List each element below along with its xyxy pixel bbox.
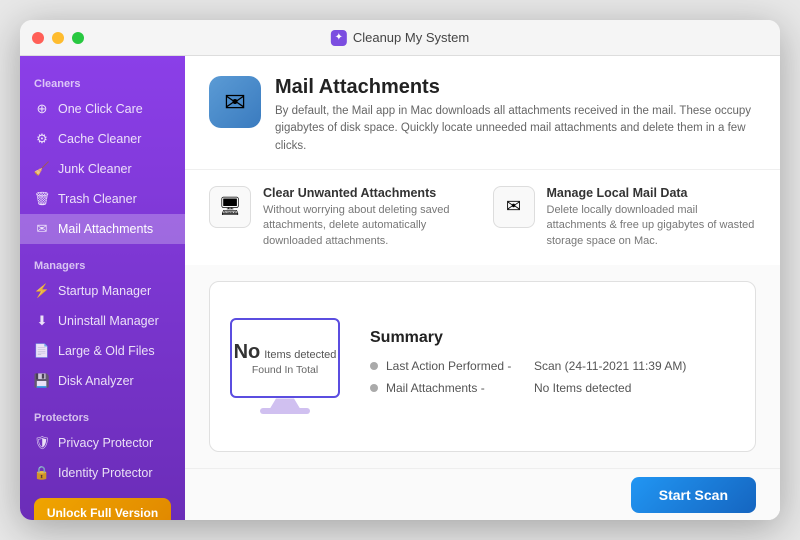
monitor-screen: No Items detected Found In Total bbox=[230, 318, 340, 398]
sidebar-item-cache-cleaner[interactable]: ⚙ Cache Cleaner bbox=[20, 124, 185, 154]
close-button[interactable] bbox=[32, 32, 44, 44]
monitor-items-text: Items detected bbox=[264, 349, 336, 361]
feature-desc-clear: Without worrying about deleting saved at… bbox=[263, 203, 473, 249]
unlock-full-version-button[interactable]: Unlock Full Version bbox=[34, 498, 171, 520]
summary-dot-1 bbox=[370, 362, 378, 370]
sidebar-bottom: Unlock Full Version bbox=[20, 488, 185, 520]
sidebar-item-uninstall-manager[interactable]: ⬇ Uninstall Manager bbox=[20, 306, 185, 336]
sidebar-item-privacy-protector[interactable]: 🛡 Privacy Protector bbox=[20, 428, 185, 458]
monitor-no-text: No bbox=[234, 341, 261, 364]
privacy-protector-icon: 🛡 bbox=[34, 435, 50, 451]
sidebar-item-junk-cleaner[interactable]: 🧹 Junk Cleaner bbox=[20, 154, 185, 184]
header-text: Mail Attachments By default, the Mail ap… bbox=[275, 76, 755, 155]
feature-card-manage-local: ✉ Manage Local Mail Data Delete locally … bbox=[493, 186, 757, 249]
header-top: ✉ Mail Attachments By default, the Mail … bbox=[209, 76, 756, 155]
trash-cleaner-icon: 🗑 bbox=[34, 191, 50, 207]
summary-info: Summary Last Action Performed - Scan (24… bbox=[370, 329, 735, 403]
monitor-base bbox=[260, 408, 310, 414]
feature-text-clear: Clear Unwanted Attachments Without worry… bbox=[263, 186, 473, 249]
sidebar-item-label: Trash Cleaner bbox=[58, 192, 137, 206]
sidebar-item-label: Startup Manager bbox=[58, 284, 151, 298]
summary-title: Summary bbox=[370, 329, 735, 347]
main-layout: Cleaners ⊕ One Click Care ⚙ Cache Cleane… bbox=[20, 56, 780, 520]
feature-title-manage: Manage Local Mail Data bbox=[547, 186, 757, 200]
managers-section-label: Managers bbox=[20, 252, 185, 276]
startup-manager-icon: ⚡ bbox=[34, 283, 50, 299]
sidebar-item-large-old-files[interactable]: 📄 Large & Old Files bbox=[20, 336, 185, 366]
minimize-button[interactable] bbox=[52, 32, 64, 44]
summary-row-1: Last Action Performed - Scan (24-11-2021… bbox=[370, 359, 735, 373]
app-icon: ✦ bbox=[331, 30, 347, 46]
sidebar-item-label: Mail Attachments bbox=[58, 222, 153, 236]
sidebar-item-label: Uninstall Manager bbox=[58, 314, 159, 328]
junk-cleaner-icon: 🧹 bbox=[34, 161, 50, 177]
main-window: ✦ Cleanup My System Cleaners ⊕ One Click… bbox=[20, 20, 780, 520]
identity-protector-icon: 🔒 bbox=[34, 465, 50, 481]
monitor-stand bbox=[270, 398, 300, 408]
monitor-found-text: Found In Total bbox=[252, 364, 318, 376]
sidebar-item-startup-manager[interactable]: ⚡ Startup Manager bbox=[20, 276, 185, 306]
summary-dot-2 bbox=[370, 384, 378, 392]
sidebar-item-label: Cache Cleaner bbox=[58, 132, 141, 146]
sidebar-item-label: Disk Analyzer bbox=[58, 374, 134, 388]
feature-cards: 🖥 Clear Unwanted Attachments Without wor… bbox=[185, 170, 780, 265]
large-old-files-icon: 📄 bbox=[34, 343, 50, 359]
content-area: ✉ Mail Attachments By default, the Mail … bbox=[185, 56, 780, 520]
clear-unwanted-icon: 🖥 bbox=[209, 186, 251, 228]
sidebar-item-identity-protector[interactable]: 🔒 Identity Protector bbox=[20, 458, 185, 488]
sidebar-item-mail-attachments[interactable]: ✉ Mail Attachments bbox=[20, 214, 185, 244]
mail-attachments-large-icon: ✉ bbox=[209, 76, 261, 128]
feature-desc-manage: Delete locally downloaded mail attachmen… bbox=[547, 203, 757, 249]
sidebar: Cleaners ⊕ One Click Care ⚙ Cache Cleane… bbox=[20, 56, 185, 520]
protectors-section-label: Protectors bbox=[20, 404, 185, 428]
summary-value-1: Scan (24-11-2021 11:39 AM) bbox=[534, 359, 735, 373]
page-title: Mail Attachments bbox=[275, 76, 755, 99]
sidebar-item-label: Identity Protector bbox=[58, 466, 153, 480]
cache-cleaner-icon: ⚙ bbox=[34, 131, 50, 147]
disk-analyzer-icon: 💾 bbox=[34, 373, 50, 389]
bottom-bar: Start Scan bbox=[185, 468, 780, 520]
sidebar-item-label: Large & Old Files bbox=[58, 344, 155, 358]
feature-text-manage: Manage Local Mail Data Delete locally do… bbox=[547, 186, 757, 249]
summary-label-2: Mail Attachments - bbox=[386, 381, 526, 395]
page-description: By default, the Mail app in Mac download… bbox=[275, 103, 755, 155]
summary-section: No Items detected Found In Total Summary bbox=[185, 265, 780, 468]
sidebar-item-label: One Click Care bbox=[58, 102, 143, 116]
feature-title-clear: Clear Unwanted Attachments bbox=[263, 186, 473, 200]
feature-card-clear-unwanted: 🖥 Clear Unwanted Attachments Without wor… bbox=[209, 186, 473, 249]
sidebar-item-label: Junk Cleaner bbox=[58, 162, 132, 176]
summary-card: No Items detected Found In Total Summary bbox=[209, 281, 756, 452]
sidebar-item-trash-cleaner[interactable]: 🗑 Trash Cleaner bbox=[20, 184, 185, 214]
one-click-care-icon: ⊕ bbox=[34, 101, 50, 117]
titlebar: ✦ Cleanup My System bbox=[20, 20, 780, 56]
mail-attachments-icon: ✉ bbox=[34, 221, 50, 237]
summary-label-1: Last Action Performed - bbox=[386, 359, 526, 373]
monitor-graphic: No Items detected Found In Total bbox=[230, 318, 340, 414]
app-title: Cleanup My System bbox=[353, 30, 469, 45]
summary-row-2: Mail Attachments - No Items detected bbox=[370, 381, 735, 395]
titlebar-title: ✦ Cleanup My System bbox=[331, 30, 469, 46]
content-header: ✉ Mail Attachments By default, the Mail … bbox=[185, 56, 780, 170]
sidebar-item-disk-analyzer[interactable]: 💾 Disk Analyzer bbox=[20, 366, 185, 396]
uninstall-manager-icon: ⬇ bbox=[34, 313, 50, 329]
start-scan-button[interactable]: Start Scan bbox=[631, 477, 756, 513]
maximize-button[interactable] bbox=[72, 32, 84, 44]
sidebar-item-one-click-care[interactable]: ⊕ One Click Care bbox=[20, 94, 185, 124]
manage-local-icon: ✉ bbox=[493, 186, 535, 228]
cleaners-section-label: Cleaners bbox=[20, 70, 185, 94]
summary-value-2: No Items detected bbox=[534, 381, 735, 395]
sidebar-item-label: Privacy Protector bbox=[58, 436, 153, 450]
